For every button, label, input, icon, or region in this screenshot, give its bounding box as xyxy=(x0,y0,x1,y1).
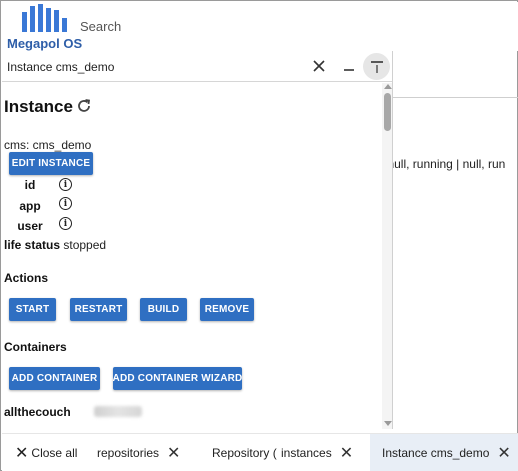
instance-heading: Instance xyxy=(4,97,73,116)
add-container-wizard-button[interactable]: ADD CONTAINER WIZARD xyxy=(113,367,242,390)
edit-instance-button[interactable]: EDIT INSTANCE xyxy=(9,152,93,175)
tab-label: repositories xyxy=(97,446,160,460)
panel-header: Instance cms_demo xyxy=(2,51,392,82)
info-icon[interactable]: i xyxy=(59,197,72,210)
bottom-tab-bar: ✕ Close all repositories ✕ Repository ( … xyxy=(2,433,518,471)
tab-label: Instance cms_demo xyxy=(382,446,490,460)
close-icon: ✕ xyxy=(15,445,29,462)
megapol-logo-icon xyxy=(22,4,67,32)
container-name: allthecouch xyxy=(4,405,71,419)
tab-instance-cms-demo[interactable]: Instance cms_demo ✕ xyxy=(370,434,518,471)
scroll-up-arrow-icon[interactable] xyxy=(384,84,392,89)
cms-name-text: cms: cms_demo xyxy=(4,138,92,152)
background-divider xyxy=(393,97,518,98)
actions-heading: Actions xyxy=(4,271,49,285)
field-app-label: app xyxy=(19,199,41,213)
restart-button[interactable]: RESTART xyxy=(70,298,127,321)
close-icon xyxy=(313,60,325,72)
panel-content: Instance cms: cms_demo EDIT INSTANCE id … xyxy=(2,83,380,429)
life-status: life status stopped xyxy=(4,238,106,252)
tab-repositories[interactable]: repositories ✕ xyxy=(97,434,180,471)
tab-repository[interactable]: Repository ( xyxy=(212,434,279,471)
background-status-text: g | null, running | null, run xyxy=(371,157,506,171)
panel-close-button[interactable] xyxy=(308,55,330,77)
close-all-label: Close all xyxy=(31,446,78,460)
scrollbar-thumb[interactable] xyxy=(384,93,391,131)
tab-label: instances xyxy=(281,446,332,460)
tab-close-icon[interactable]: ✕ xyxy=(340,443,353,463)
search-input[interactable] xyxy=(80,16,510,36)
panel-maximize-button[interactable] xyxy=(363,53,390,80)
refresh-icon[interactable] xyxy=(76,98,92,114)
brand-name: Megapol OS xyxy=(7,36,83,51)
tab-close-icon[interactable]: ✕ xyxy=(497,443,510,463)
tab-label: Repository ( xyxy=(212,446,277,460)
maximize-icon xyxy=(370,60,383,73)
scroll-down-arrow-icon[interactable] xyxy=(384,421,392,426)
add-container-button[interactable]: ADD CONTAINER xyxy=(9,367,100,390)
life-status-label: life status xyxy=(4,238,61,252)
tab-close-icon[interactable]: ✕ xyxy=(167,443,180,463)
top-bar: Megapol OS xyxy=(2,2,518,51)
close-all-tabs-button[interactable]: ✕ Close all xyxy=(15,434,77,471)
panel-scrollbar[interactable] xyxy=(382,83,392,429)
instance-panel: Instance cms_demo Instance cms: cms_demo… xyxy=(2,51,393,429)
app-window: Megapol OS g | null, running | null, run… xyxy=(0,0,518,471)
containers-heading: Containers xyxy=(4,340,67,354)
info-icon[interactable]: i xyxy=(59,178,72,191)
life-status-value: stopped xyxy=(63,238,107,252)
panel-title: Instance cms_demo xyxy=(7,60,115,74)
remove-button[interactable]: REMOVE xyxy=(200,298,254,321)
minimize-icon xyxy=(344,69,354,71)
tab-instances[interactable]: instances ✕ xyxy=(281,434,353,471)
info-icon[interactable]: i xyxy=(59,217,72,230)
field-id-label: id xyxy=(24,178,36,192)
field-user-label: user xyxy=(17,219,43,233)
start-button[interactable]: START xyxy=(9,298,56,321)
redacted-text xyxy=(94,406,142,417)
panel-minimize-button[interactable] xyxy=(338,55,360,77)
build-button[interactable]: BUILD xyxy=(140,298,187,321)
